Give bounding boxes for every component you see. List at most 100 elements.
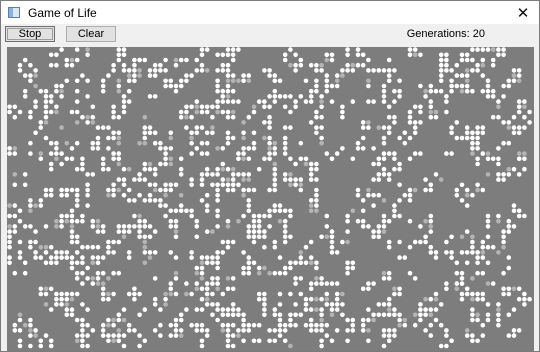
live-cell[interactable] <box>64 291 70 297</box>
live-cell[interactable] <box>272 338 278 344</box>
live-cell[interactable] <box>288 317 293 323</box>
live-cell[interactable] <box>522 166 527 172</box>
live-cell[interactable] <box>215 146 220 151</box>
live-cell[interactable] <box>428 229 434 234</box>
live-cell[interactable] <box>116 156 122 162</box>
live-cell[interactable] <box>288 234 293 240</box>
live-cell[interactable] <box>319 343 324 349</box>
live-cell[interactable] <box>33 229 38 234</box>
live-cell[interactable] <box>386 218 392 224</box>
live-cell[interactable] <box>277 328 283 333</box>
live-cell[interactable] <box>298 94 304 99</box>
live-cell[interactable] <box>236 47 241 52</box>
live-cell[interactable] <box>480 130 486 136</box>
live-cell[interactable] <box>423 187 428 193</box>
live-cell[interactable] <box>204 281 210 286</box>
live-cell[interactable] <box>43 99 49 104</box>
live-cell[interactable] <box>511 166 517 172</box>
live-cell[interactable] <box>511 208 517 214</box>
live-cell[interactable] <box>116 333 122 338</box>
live-cell[interactable] <box>251 104 257 110</box>
live-cell[interactable] <box>496 250 501 255</box>
live-cell[interactable] <box>33 333 38 338</box>
live-cell[interactable] <box>74 99 80 104</box>
live-cell[interactable] <box>241 78 246 84</box>
live-cell[interactable] <box>152 182 158 188</box>
live-cell[interactable] <box>345 62 350 68</box>
live-cell[interactable] <box>319 322 324 328</box>
live-cell[interactable] <box>38 338 44 344</box>
live-cell[interactable] <box>308 62 314 68</box>
live-cell[interactable] <box>95 135 101 141</box>
live-cell[interactable] <box>496 47 501 52</box>
live-cell[interactable] <box>293 104 298 110</box>
live-cell[interactable] <box>225 130 231 136</box>
live-cell[interactable] <box>428 187 434 193</box>
live-cell[interactable] <box>459 291 465 297</box>
live-cell[interactable] <box>475 47 480 52</box>
live-cell[interactable] <box>324 78 330 84</box>
live-cell[interactable] <box>485 317 491 323</box>
live-cell[interactable] <box>69 57 75 63</box>
live-cell[interactable] <box>215 213 220 219</box>
live-cell[interactable] <box>475 312 480 318</box>
live-cell[interactable] <box>438 177 444 182</box>
live-cell[interactable] <box>444 343 449 349</box>
live-cell[interactable] <box>501 270 506 276</box>
live-cell[interactable] <box>152 302 158 307</box>
live-cell[interactable] <box>329 239 335 245</box>
live-cell[interactable] <box>142 114 148 120</box>
live-cell[interactable] <box>470 88 475 94</box>
live-cell[interactable] <box>366 286 371 292</box>
live-cell[interactable] <box>428 244 434 250</box>
live-cell[interactable] <box>314 166 319 172</box>
live-cell[interactable] <box>158 146 163 151</box>
live-cell[interactable] <box>516 286 522 292</box>
live-cell[interactable] <box>199 62 205 68</box>
live-cell[interactable] <box>397 291 402 297</box>
live-cell[interactable] <box>470 140 475 146</box>
live-cell[interactable] <box>402 140 408 146</box>
live-cell[interactable] <box>74 120 80 125</box>
live-cell[interactable] <box>496 52 501 58</box>
live-cell[interactable] <box>147 125 153 130</box>
live-cell[interactable] <box>418 307 423 312</box>
live-cell[interactable] <box>516 151 522 156</box>
live-cell[interactable] <box>251 260 257 266</box>
live-cell[interactable] <box>48 192 54 198</box>
live-cell[interactable] <box>412 104 418 110</box>
live-cell[interactable] <box>397 239 402 245</box>
live-cell[interactable] <box>33 130 38 136</box>
live-cell[interactable] <box>121 177 127 182</box>
live-cell[interactable] <box>480 322 486 328</box>
live-cell[interactable] <box>329 83 335 89</box>
live-cell[interactable] <box>147 73 153 78</box>
live-cell[interactable] <box>215 302 220 307</box>
live-cell[interactable] <box>12 104 18 110</box>
live-cell[interactable] <box>470 250 475 255</box>
live-cell[interactable] <box>74 109 80 115</box>
live-cell[interactable] <box>381 312 387 318</box>
live-cell[interactable] <box>230 166 236 172</box>
live-cell[interactable] <box>48 52 54 58</box>
live-cell[interactable] <box>480 239 486 245</box>
live-cell[interactable] <box>64 213 70 219</box>
live-cell[interactable] <box>43 187 49 193</box>
live-cell[interactable] <box>95 276 101 281</box>
live-cell[interactable] <box>69 255 75 260</box>
live-cell[interactable] <box>33 328 38 333</box>
live-cell[interactable] <box>449 255 454 260</box>
live-cell[interactable] <box>80 73 85 78</box>
live-cell[interactable] <box>329 156 335 162</box>
live-cell[interactable] <box>210 130 215 136</box>
live-cell[interactable] <box>454 135 460 141</box>
live-cell[interactable] <box>433 250 439 255</box>
live-cell[interactable] <box>158 140 163 146</box>
live-cell[interactable] <box>288 322 293 328</box>
live-cell[interactable] <box>246 78 252 84</box>
live-cell[interactable] <box>308 239 314 245</box>
live-cell[interactable] <box>54 146 59 151</box>
live-cell[interactable] <box>256 224 262 229</box>
live-cell[interactable] <box>7 213 12 219</box>
live-cell[interactable] <box>464 250 470 255</box>
